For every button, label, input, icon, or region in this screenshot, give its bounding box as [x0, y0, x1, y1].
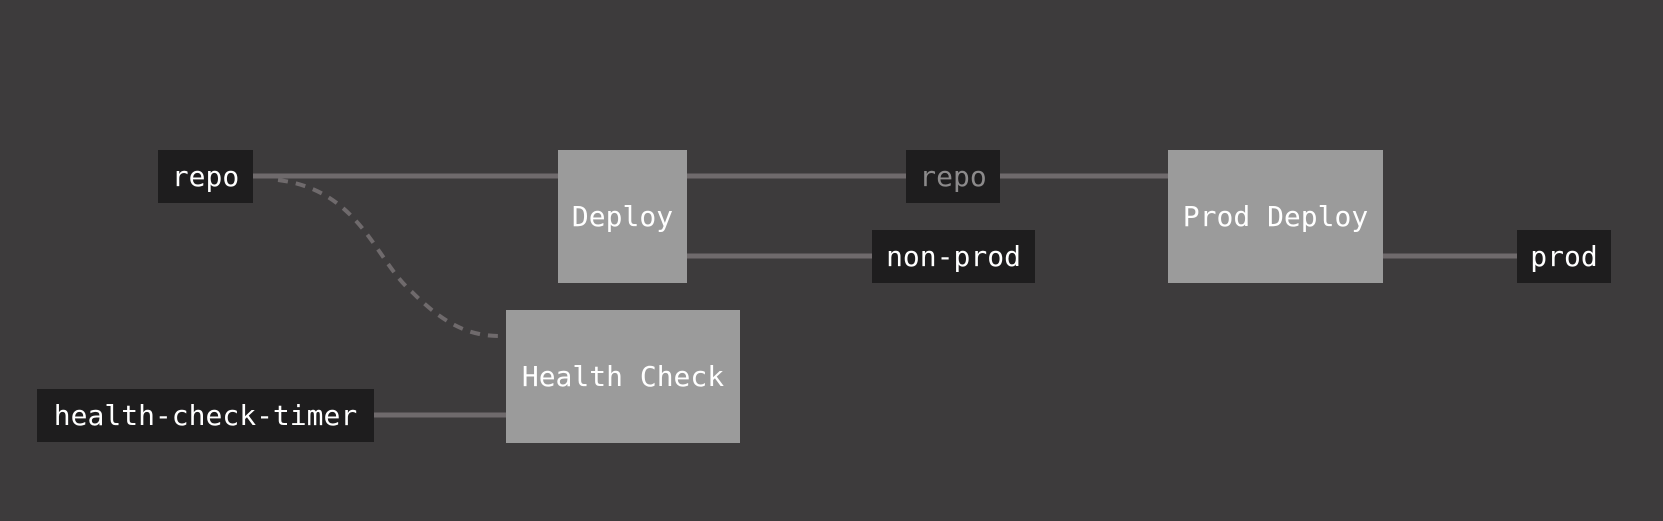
resource-repo-passed-label: repo [919, 160, 987, 193]
resource-repo-label: repo [171, 160, 240, 193]
resource-health-check-timer-label: health-check-timer [53, 399, 358, 432]
job-prod-deploy-label: Prod Deploy [1182, 200, 1369, 233]
pipeline-canvas: repo health-check-timer Deploy Health Ch… [0, 0, 1663, 521]
job-deploy-label: Deploy [571, 200, 674, 233]
resource-prod-label: prod [1530, 240, 1598, 273]
resource-prod[interactable]: prod [1517, 230, 1611, 283]
job-deploy[interactable]: Deploy [558, 150, 687, 283]
resource-repo-passed[interactable]: repo [906, 150, 1000, 203]
resource-non-prod-label: non-prod [886, 240, 1021, 273]
job-prod-deploy[interactable]: Prod Deploy [1168, 150, 1383, 283]
pipeline-edges [253, 173, 1517, 418]
resource-repo[interactable]: repo [158, 150, 253, 203]
job-health-check[interactable]: Health Check [506, 310, 740, 443]
resource-non-prod[interactable]: non-prod [872, 230, 1035, 283]
edge-repo-to-health-check [277, 178, 501, 338]
job-health-check-label: Health Check [521, 360, 725, 393]
resource-health-check-timer[interactable]: health-check-timer [37, 389, 374, 442]
